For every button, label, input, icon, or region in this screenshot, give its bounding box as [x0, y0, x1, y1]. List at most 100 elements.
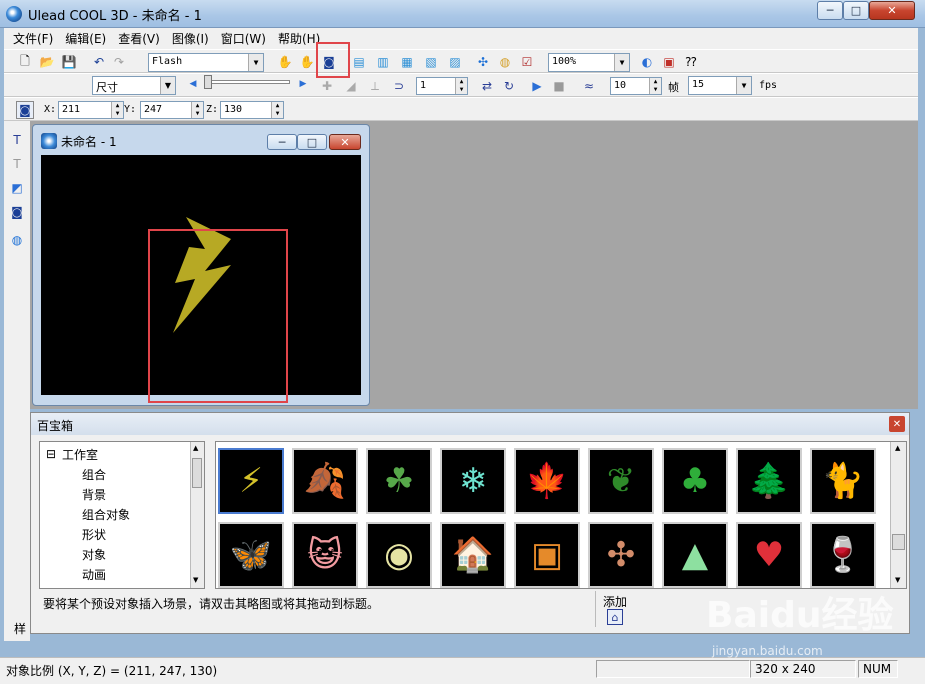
thumbnail-snowflake-icon[interactable]: ❄ — [440, 448, 506, 514]
check-box-icon[interactable]: ☑ — [518, 53, 536, 71]
thumbnail-puzzle-icon[interactable]: ✣ — [588, 522, 654, 588]
thumbnail-house-icon[interactable]: 🏠 — [440, 522, 506, 588]
stop-icon[interactable]: ■ — [550, 77, 568, 95]
tree-scrollbar[interactable]: ▲ ▼ — [190, 442, 204, 588]
insert-shape-icon[interactable]: ◩ — [8, 179, 26, 197]
context-help-icon[interactable]: ⁇ — [682, 53, 700, 71]
maximize-button[interactable]: □ — [843, 1, 869, 20]
add-keyframe-icon[interactable]: ✚ — [318, 77, 336, 95]
export-icon[interactable]: ▣ — [660, 53, 678, 71]
hand-pan-icon[interactable]: ✋ — [276, 53, 294, 71]
redo-icon[interactable]: ↷ — [110, 53, 128, 71]
light-icon[interactable]: ✣ — [474, 53, 492, 71]
undo-icon[interactable]: ↶ — [90, 53, 108, 71]
thumbnail-holly-icon[interactable]: ❦ — [588, 448, 654, 514]
view-front-icon[interactable]: ▤ — [350, 53, 368, 71]
scroll-up-icon[interactable]: ▲ — [895, 444, 900, 452]
menu-window[interactable]: 窗口(W) — [216, 30, 271, 47]
thumbnail-heart-arrow-icon[interactable]: ♥ — [736, 522, 802, 588]
y-value-input[interactable]: 247 ▲ ▼ — [140, 101, 204, 119]
geometry-icon[interactable]: ◍ — [8, 231, 26, 249]
palette-side-tab[interactable]: 样 — [14, 620, 26, 637]
thumbnail-maple-leaf-icon[interactable]: 🍁 — [514, 448, 580, 514]
globe-icon[interactable]: ◍ — [496, 53, 514, 71]
timeline-slider[interactable] — [204, 80, 290, 84]
doc-maximize-button[interactable]: □ — [297, 134, 327, 150]
first-frame-icon[interactable]: ◀ — [184, 75, 202, 93]
status-size: 320 x 240 — [750, 660, 856, 678]
view-top-icon[interactable]: ▦ — [398, 53, 416, 71]
thumbnail-tree-icon[interactable]: 🌲 — [736, 448, 802, 514]
thumbnail-cat-face-icon[interactable]: 😺 — [292, 522, 358, 588]
tree-item-shape[interactable]: 形状 — [82, 526, 106, 543]
remove-keyframe-icon[interactable]: ◢ — [342, 77, 360, 95]
easy-palette-close-button[interactable]: ✕ — [889, 416, 905, 432]
tree-scroll-thumb[interactable] — [192, 458, 202, 488]
thumbnail-clover-icon[interactable]: ♣ — [662, 448, 728, 514]
thumbnail-cat-icon[interactable]: 🐈 — [810, 448, 876, 514]
view-perspective-icon[interactable]: ▨ — [446, 53, 464, 71]
tree-collapse-icon[interactable]: ⊟ — [46, 447, 56, 461]
size-mode-icon[interactable]: ◙ — [16, 101, 34, 119]
tree-item-studio[interactable]: 工作室 — [62, 446, 98, 463]
x-value-input[interactable]: 211 ▲ ▼ — [58, 101, 124, 119]
fps-select[interactable]: 15 ▼ — [688, 76, 752, 95]
save-icon[interactable]: 💾 — [60, 53, 78, 71]
gallery-scroll-thumb[interactable] — [892, 534, 905, 550]
tree-item-object[interactable]: 对象 — [82, 546, 106, 563]
format-select[interactable]: Flash ▼ — [148, 53, 264, 72]
ping-pong-icon[interactable]: ⇄ — [478, 77, 496, 95]
frame-count-input[interactable]: 10 ▲ ▼ — [610, 77, 662, 95]
thumbnail-butterfly-icon[interactable]: 🦋 — [218, 522, 284, 588]
close-button[interactable]: ✕ — [869, 1, 915, 20]
add-to-scene-icon[interactable]: ⌂ — [607, 609, 623, 625]
z-value-input[interactable]: 130 ▲ ▼ — [220, 101, 284, 119]
doc-minimize-button[interactable]: ─ — [267, 134, 297, 150]
thumbnail-lightning-bolt-icon[interactable]: ⚡ — [218, 448, 284, 514]
doc-close-button[interactable]: ✕ — [329, 134, 361, 150]
repeat-icon[interactable]: ↻ — [500, 77, 518, 95]
menu-edit[interactable]: 编辑(E) — [60, 30, 111, 47]
new-file-icon[interactable]: 🗋 — [16, 53, 34, 71]
smooth-motion-icon[interactable]: ≈ — [580, 77, 598, 95]
view-side-icon[interactable]: ▥ — [374, 53, 392, 71]
menu-view[interactable]: 查看(V) — [113, 30, 165, 47]
menu-image[interactable]: 图像(I) — [167, 30, 214, 47]
zoom-select[interactable]: 100% ▼ — [548, 53, 630, 72]
loop-icon[interactable]: ⊃ — [390, 77, 408, 95]
view-camera-icon[interactable]: ▧ — [422, 53, 440, 71]
reverse-keyframe-icon[interactable]: ⟂ — [366, 77, 384, 95]
thumbnail-wine-glass-icon[interactable]: 🍷 — [810, 522, 876, 588]
render-icon[interactable]: ◐ — [638, 53, 656, 71]
select-object-icon[interactable]: ◙ — [8, 203, 26, 221]
app-globe-icon[interactable] — [6, 6, 22, 22]
tree-item-composition[interactable]: 组合 — [82, 466, 106, 483]
thumbnail-cat-frame-icon[interactable]: ▣ — [514, 522, 580, 588]
tree-item-background[interactable]: 背景 — [82, 486, 106, 503]
attribute-select[interactable]: 尺寸 ▼ — [92, 76, 176, 95]
scroll-down-icon[interactable]: ▼ — [193, 576, 198, 584]
tree-item-group-object[interactable]: 组合对象 — [82, 506, 130, 523]
rotate-hand-icon[interactable]: ✋ — [298, 53, 316, 71]
thumbnail-disc-icon[interactable]: ◉ — [366, 522, 432, 588]
window-title: Ulead COOL 3D - 未命名 - 1 — [28, 9, 202, 24]
thumbnail-shamrock-icon[interactable]: ☘ — [366, 448, 432, 514]
minimize-button[interactable]: ─ — [817, 1, 843, 20]
last-frame-icon[interactable]: ▶ — [294, 75, 312, 93]
frame-number-input[interactable]: 1 ▲ ▼ — [416, 77, 468, 95]
scroll-down-icon[interactable]: ▼ — [895, 576, 900, 584]
play-icon[interactable]: ▶ — [528, 77, 546, 95]
menu-file[interactable]: 文件(F) — [8, 30, 58, 47]
thumbnail-autumn-leaf-icon[interactable]: 🍂 — [292, 448, 358, 514]
clover-icon: ♣ — [679, 461, 711, 501]
insert-text-icon[interactable]: T — [8, 131, 26, 149]
preview-canvas[interactable] — [41, 155, 361, 403]
timeline-thumb[interactable] — [204, 75, 212, 89]
thumbnail-sail-icon[interactable]: ▲ — [662, 522, 728, 588]
tree-item-animation[interactable]: 动画 — [82, 566, 106, 583]
open-folder-icon[interactable]: 📂 — [38, 53, 56, 71]
maple-leaf-icon: 🍁 — [525, 461, 569, 501]
edit-text-icon[interactable]: T — [8, 155, 26, 173]
gallery-scrollbar[interactable]: ▲ ▼ — [890, 442, 906, 588]
scroll-up-icon[interactable]: ▲ — [193, 444, 198, 452]
